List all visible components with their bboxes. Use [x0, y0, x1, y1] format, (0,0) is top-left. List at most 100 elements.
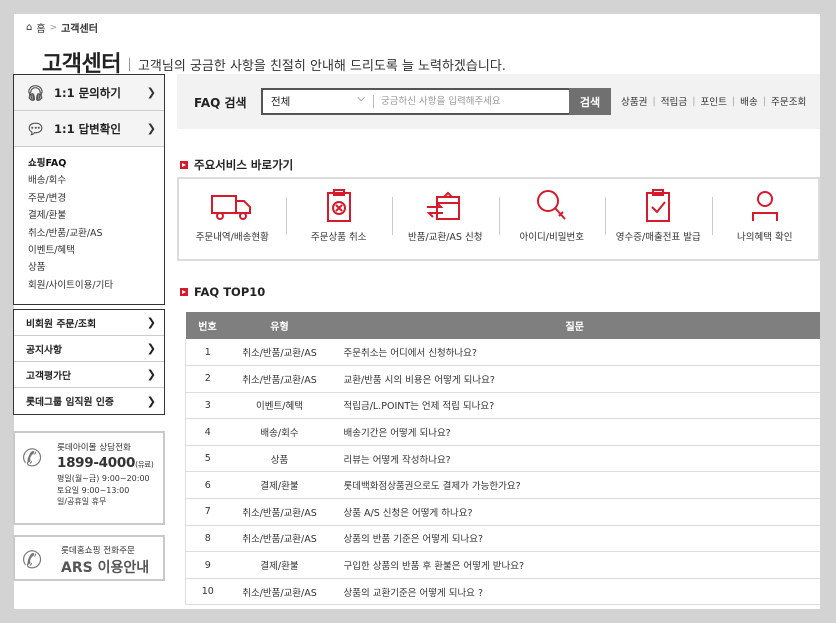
ars-label: ARS 이용안내	[61, 560, 150, 576]
ars-guide-box[interactable]: ✆ 롯데홈쇼핑 전화주문 ARS 이용안내	[13, 535, 165, 581]
row-question[interactable]: 주문취소는 어디에서 신청하나요?	[329, 339, 820, 367]
search-input[interactable]	[381, 93, 571, 110]
row-question[interactable]: 리뷰는 어떻게 작성하나요?	[329, 445, 820, 473]
phone-number-note: (유료)	[135, 460, 154, 469]
answer-check-label: 1:1 답변확인	[54, 121, 121, 136]
row-type: 이벤트/혜택	[229, 392, 330, 420]
faq-category-shopping[interactable]: 쇼핑FAQ	[28, 155, 164, 172]
faq-category-cancel[interactable]: 취소/반품/교환/AS	[28, 225, 164, 242]
service-label: 주문내역/배송현황	[195, 232, 269, 243]
row-question[interactable]: 상품의 반품 기준은 어떻게 되나요?	[329, 525, 820, 553]
phone-icon: ✆	[22, 444, 43, 472]
link-separator: |	[731, 95, 736, 107]
link-separator: |	[652, 95, 656, 107]
row-number: 6	[185, 471, 230, 500]
faq-category-delivery[interactable]: 배송/회수	[28, 172, 164, 189]
link-evaluator[interactable]: 고객평가단 ❯	[14, 362, 164, 389]
table-row[interactable]: 10 취소/반품/교환/AS 상품의 교환기준은 어떻게 되나요 ?	[185, 578, 820, 606]
table-row[interactable]: 3 이벤트/혜택 적립금/L.POINT는 언제 적립 되나요?	[185, 392, 820, 420]
page-subtitle: 고객님의 궁금한 사항을 친절히 안내해 드리도록 늘 노력하겠습니다.	[137, 58, 506, 74]
chevron-right-icon: ❯	[146, 122, 156, 135]
faq-category-event[interactable]: 이벤트/혜택	[28, 242, 164, 259]
service-label: 나의혜택 확인	[737, 232, 793, 243]
bullet-icon	[180, 161, 188, 169]
column-header-type: 유형	[229, 312, 330, 339]
hours-holiday: 일/공휴일 휴무	[57, 497, 107, 506]
table-row[interactable]: 5 상품 리뷰는 어떻게 작성하나요?	[185, 445, 820, 473]
search-button[interactable]: 검색	[569, 88, 611, 115]
chevron-right-icon: ❯	[146, 86, 156, 99]
hours-saturday: 토요일 9:00~13:00	[57, 485, 130, 495]
service-benefits[interactable]: 나의혜택 확인	[711, 179, 819, 259]
quick-link-point[interactable]: 포인트	[700, 94, 726, 108]
faq-top-section-title: FAQ TOP10	[180, 285, 265, 299]
phone-icon: ✆	[22, 546, 43, 574]
service-return-exchange[interactable]: 반품/교환/AS 신청	[392, 179, 499, 259]
link-notice[interactable]: 공지사항 ❯	[14, 336, 164, 363]
quick-link-gift-card[interactable]: 상품권	[621, 94, 647, 108]
faq-category-order[interactable]: 주문/변경	[28, 190, 164, 207]
category-select[interactable]: 전체 ⌵	[263, 90, 373, 113]
title-divider	[128, 57, 130, 71]
table-row[interactable]: 7 취소/반품/교환/AS 상품 A/S 신청은 어떻게 하나요?	[185, 498, 820, 526]
link-employee-auth[interactable]: 롯데그룹 임직원 인증 ❯	[14, 388, 164, 414]
row-number: 8	[185, 525, 230, 553]
row-question[interactable]: 상품 A/S 신청은 어떻게 하나요?	[329, 498, 820, 526]
faq-category-payment[interactable]: 결제/환불	[28, 207, 164, 224]
row-number: 9	[185, 551, 230, 579]
row-question[interactable]: 교환/반품 시의 비용은 어떻게 되나요?	[329, 365, 820, 393]
service-receipt[interactable]: 영수증/매출전표 발급	[605, 179, 712, 259]
chevron-right-icon: ❯	[146, 342, 156, 356]
quick-link-reserve[interactable]: 적립금	[661, 94, 687, 108]
row-question[interactable]: 상품의 교환기준은 어떻게 되나요 ?	[329, 578, 820, 606]
faq-search-bar: FAQ 검색 전체 ⌵ 검색 상품권 | 적립금 | 포인트 | 배송 | 주문조회	[177, 74, 820, 129]
row-type: 취소/반품/교환/AS	[229, 525, 330, 553]
inquiry-button[interactable]: 🎧︎ 1:1 문의하기 ❯	[14, 75, 164, 111]
call-center-hours: 평일(월~금) 9:00~20:00 토요일 9:00~13:00 일/공휴일 …	[57, 473, 154, 508]
table-row[interactable]: 4 배송/회수 배송기간은 어떻게 되나요?	[185, 418, 820, 446]
quick-link-order[interactable]: 주문조회	[771, 94, 806, 108]
chevron-down-icon: ⌵	[357, 93, 365, 104]
faq-category-member[interactable]: 회원/사이트이용/기타	[28, 277, 164, 294]
truck-icon	[211, 195, 252, 220]
row-question[interactable]: 배송기간은 어떻게 되나요?	[329, 418, 820, 446]
quick-link-delivery[interactable]: 배송	[740, 94, 758, 108]
row-question[interactable]: 적립금/L.POINT는 언제 적립 되나요?	[329, 392, 820, 420]
services-section-title: 주요서비스 바로가기	[180, 157, 293, 173]
sidebar: 🎧︎ 1:1 문의하기 ❯ 💬︎ 1:1 답변확인 ❯ 쇼핑FAQ 배송/회수 …	[13, 74, 165, 416]
service-id-password[interactable]: 아이디/비밀번호	[498, 179, 606, 259]
service-order-delivery[interactable]: 주문내역/배송현황	[179, 179, 286, 259]
faq-category-list: 쇼핑FAQ 배송/회수 주문/변경 결제/환불 취소/반품/교환/AS 이벤트/…	[14, 147, 164, 304]
service-label: 주문상품 취소	[311, 232, 367, 243]
service-label: 영수증/매출전표 발급	[615, 232, 701, 243]
faq-category-product[interactable]: 상품	[28, 259, 164, 276]
row-number: 3	[185, 392, 230, 420]
row-number: 10	[185, 578, 230, 606]
services-panel: 주문내역/배송현황 주문상품 취소 반품/교환/AS 신청 아이디/비밀번호 영…	[177, 177, 820, 261]
call-center-title: 롯데아이몰 상담전화	[57, 443, 131, 453]
hours-weekday: 평일(월~금) 9:00~20:00	[57, 474, 150, 483]
answer-check-button[interactable]: 💬︎ 1:1 답변확인 ❯	[14, 111, 164, 147]
table-row[interactable]: 1 취소/반품/교환/AS 주문취소는 어디에서 신청하나요?	[185, 339, 820, 367]
table-row[interactable]: 6 결제/환불 롯데백화점상품권으로도 결제가 가능한가요?	[185, 471, 820, 500]
link-guest-order[interactable]: 비회원 주문/조회 ❯	[14, 310, 164, 337]
column-header-number: 번호	[185, 312, 230, 339]
row-question[interactable]: 구입한 상품의 반품 후 환불은 어떻게 받나요?	[329, 551, 820, 579]
row-number: 5	[185, 445, 230, 473]
table-row[interactable]: 9 결제/환불 구입한 상품의 반품 후 환불은 어떻게 받나요?	[185, 551, 820, 579]
home-icon[interactable]: ⌂	[26, 22, 32, 33]
table-header-row: 번호 유형 질문	[185, 312, 820, 339]
table-row[interactable]: 8 취소/반품/교환/AS 상품의 반품 기준은 어떻게 되나요?	[185, 525, 820, 553]
service-label: 아이디/비밀번호	[519, 232, 584, 243]
row-type: 취소/반품/교환/AS	[229, 498, 330, 526]
faq-top-table: 번호 유형 질문 1 취소/반품/교환/AS 주문취소는 어디에서 신청하나요? 2 취…	[185, 312, 820, 606]
link-label: 비회원 주문/조회	[26, 318, 97, 330]
chevron-right-icon: ❯	[146, 316, 156, 330]
row-type: 결제/환불	[229, 551, 330, 579]
table-row[interactable]: 2 취소/반품/교환/AS 교환/반품 시의 비용은 어떻게 되나요?	[185, 365, 820, 393]
service-order-cancel[interactable]: 주문상품 취소	[285, 179, 393, 259]
breadcrumb-home[interactable]: 홈	[36, 20, 45, 35]
faq-top-title-text: FAQ TOP10	[194, 285, 266, 299]
row-question[interactable]: 롯데백화점상품권으로도 결제가 가능한가요?	[329, 471, 820, 500]
page-background: ⌂ 홈 > 고객센터 고객센터 고객님의 궁금한 사항을 친절히 안내해 드리도…	[0, 0, 836, 623]
